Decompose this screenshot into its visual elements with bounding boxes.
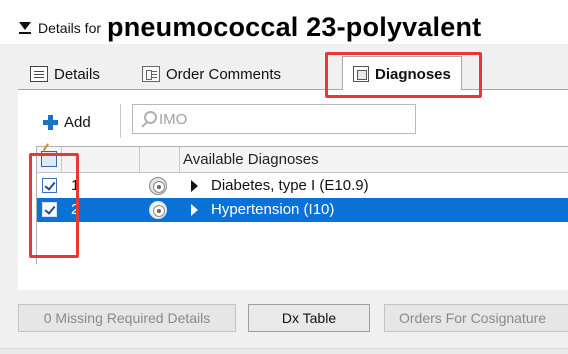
missing-required-details-button[interactable]: 0 Missing Required Details bbox=[18, 304, 236, 332]
row-checkbox[interactable] bbox=[42, 202, 57, 217]
comments-icon bbox=[142, 66, 160, 82]
collapse-arrow-icon[interactable] bbox=[18, 21, 32, 35]
tab-order-comments-label: Order Comments bbox=[166, 65, 282, 83]
imo-search-box[interactable] bbox=[132, 104, 416, 134]
tab-strip: Details Order Comments Diagnoses bbox=[18, 56, 568, 91]
diagnoses-panel: Add Available Diagnoses 1 Diabetes bbox=[18, 90, 568, 290]
diagnosis-name: Hypertension (I10) bbox=[211, 201, 335, 218]
tab-order-comments[interactable]: Order Comments bbox=[136, 58, 287, 90]
diagnoses-toolbar: Add bbox=[18, 90, 568, 142]
details-title-row: Details for pneumococcal 23-polyvalent bbox=[18, 11, 482, 42]
order-title: pneumococcal 23-polyvalent bbox=[107, 11, 482, 42]
diagnoses-icon bbox=[353, 66, 369, 82]
row-number: 1 bbox=[71, 177, 80, 194]
toolbar-separator bbox=[120, 104, 121, 138]
column-separator bbox=[139, 147, 140, 173]
select-all-checkbox-icon[interactable] bbox=[41, 151, 57, 167]
plus-icon bbox=[42, 114, 58, 130]
target-icon[interactable] bbox=[149, 201, 167, 219]
table-row[interactable]: 1 Diabetes, type I (E10.9) bbox=[37, 174, 568, 198]
dx-table-button[interactable]: Dx Table bbox=[248, 304, 370, 332]
tab-details[interactable]: Details bbox=[24, 58, 106, 90]
row-checkbox[interactable] bbox=[42, 178, 57, 193]
add-button-label: Add bbox=[64, 113, 91, 131]
row-number: 2 bbox=[71, 201, 80, 218]
search-icon bbox=[139, 111, 157, 127]
table-row[interactable]: 2 Hypertension (I10) bbox=[37, 198, 568, 222]
orders-for-cosignature-button[interactable]: Orders For Cosignature bbox=[384, 304, 568, 332]
details-window: Details for pneumococcal 23-polyvalent D… bbox=[0, 0, 568, 354]
expand-arrow-icon[interactable] bbox=[191, 180, 198, 192]
details-header: Details for pneumococcal 23-polyvalent bbox=[0, 0, 568, 44]
available-diagnoses-header: Available Diagnoses bbox=[183, 151, 319, 168]
add-diagnosis-button[interactable]: Add bbox=[42, 110, 91, 134]
tab-details-label: Details bbox=[54, 65, 100, 83]
column-separator bbox=[61, 147, 62, 173]
grid-header: Available Diagnoses bbox=[37, 147, 568, 173]
title-prefix: Details for bbox=[38, 20, 102, 36]
imo-search-input[interactable] bbox=[159, 110, 399, 128]
diagnosis-name: Diabetes, type I (E10.9) bbox=[211, 177, 369, 194]
expand-arrow-icon[interactable] bbox=[191, 204, 198, 216]
tab-diagnoses-label: Diagnoses bbox=[375, 65, 451, 83]
diagnoses-grid: Available Diagnoses 1 Diabetes, type I (… bbox=[36, 146, 568, 264]
target-icon[interactable] bbox=[149, 177, 167, 195]
column-separator bbox=[179, 147, 180, 173]
tab-diagnoses[interactable]: Diagnoses bbox=[342, 56, 462, 91]
bottom-divider bbox=[0, 348, 568, 354]
details-doc-icon bbox=[30, 66, 48, 82]
left-margin bbox=[0, 44, 18, 290]
